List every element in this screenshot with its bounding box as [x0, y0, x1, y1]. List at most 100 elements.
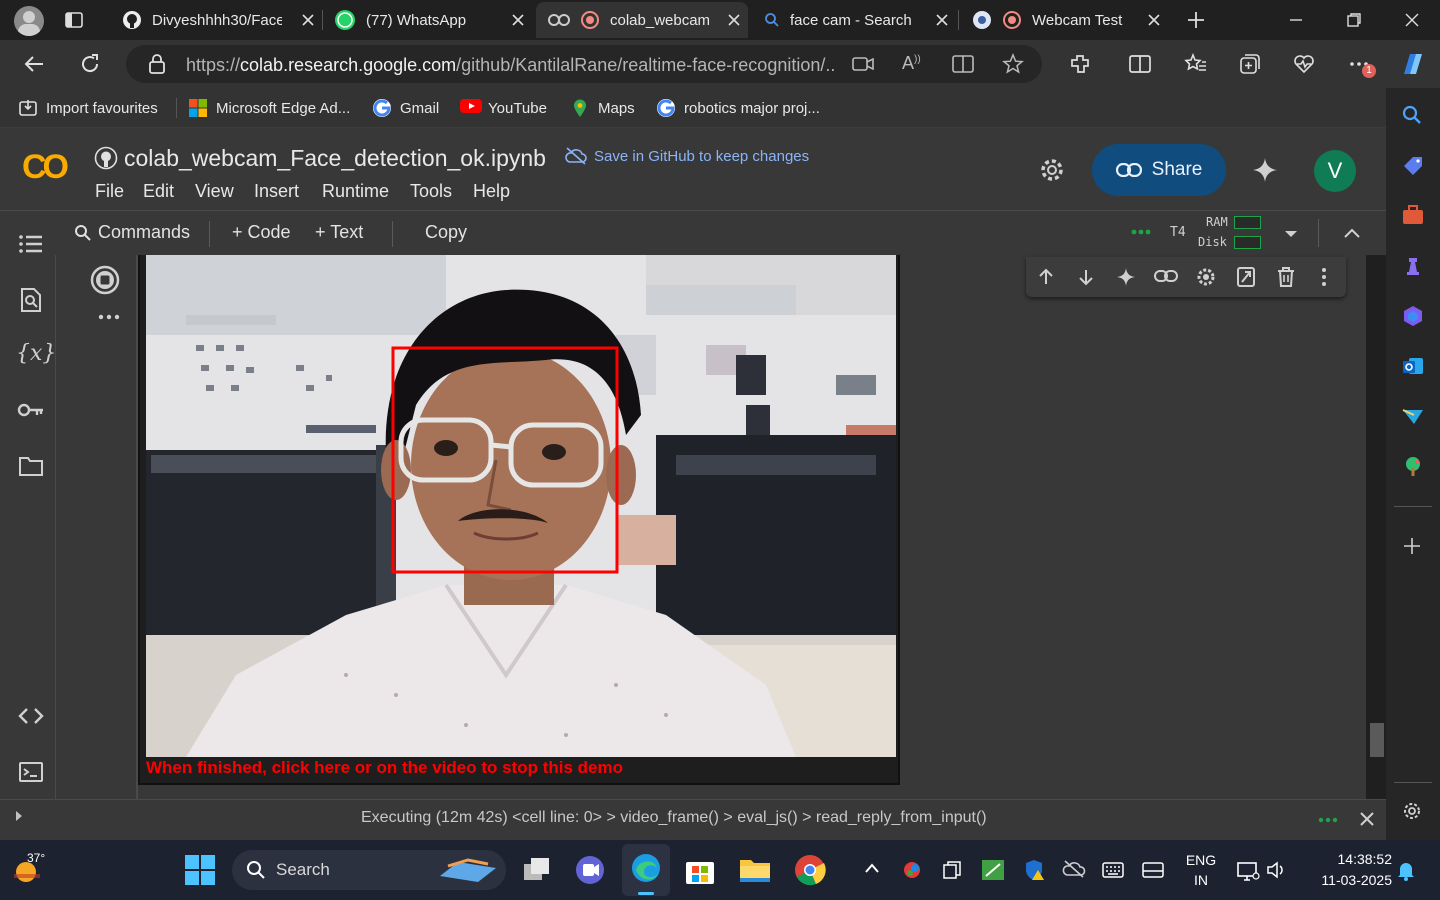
fav-maps[interactable]: Maps [570, 98, 635, 118]
windows-start-icon[interactable] [184, 854, 216, 886]
share-button[interactable]: Share [1092, 144, 1226, 196]
taskbar-search-box[interactable]: Search [232, 850, 506, 890]
gemini-sparkle-icon[interactable] [1252, 157, 1278, 183]
menu-tools[interactable]: Tools [410, 181, 452, 202]
expand-triangle-icon[interactable] [14, 809, 24, 823]
tab-actions-icon[interactable] [64, 10, 84, 30]
notebook-scrollbar[interactable] [1370, 723, 1384, 757]
games-chess-icon[interactable] [1401, 254, 1425, 278]
status-running-dots-icon[interactable] [1318, 816, 1338, 824]
refresh-button[interactable] [78, 52, 102, 76]
search-icon[interactable] [1401, 104, 1423, 126]
clock-date[interactable]: 11-03-2025 [1300, 872, 1392, 888]
restore-button[interactable] [1346, 12, 1362, 28]
favourite-star-icon[interactable] [1002, 53, 1024, 75]
minimize-button[interactable] [1288, 12, 1304, 28]
execution-status[interactable]: Executing (12m 42s) <cell line: 0> > vid… [361, 809, 987, 827]
copy-to-drive-button[interactable]: Copy [425, 222, 467, 243]
fav-youtube[interactable]: YouTube [460, 98, 547, 118]
tools-briefcase-icon[interactable] [1401, 204, 1425, 226]
extensions-icon[interactable] [1068, 52, 1092, 76]
cell-more-icon[interactable] [98, 313, 120, 321]
shopping-tag-icon[interactable] [1401, 154, 1425, 178]
address-bar[interactable]: https://colab.research.google.com/github… [126, 45, 1042, 83]
network-icon[interactable] [1236, 860, 1260, 882]
close-icon[interactable] [726, 12, 742, 28]
menu-runtime[interactable]: Runtime [322, 181, 389, 202]
send-paper-plane-icon[interactable] [1401, 404, 1425, 428]
table-of-contents-icon[interactable] [18, 233, 44, 255]
tree-app-icon[interactable] [1401, 454, 1425, 478]
task-view-icon[interactable] [520, 854, 552, 884]
region-indicator[interactable]: IN [1180, 872, 1222, 888]
chevron-down-icon[interactable] [1282, 228, 1300, 240]
onedrive-offline-icon[interactable] [1062, 860, 1086, 878]
cell-settings-gear-icon[interactable] [1195, 266, 1217, 288]
volume-icon[interactable] [1266, 861, 1286, 879]
close-icon[interactable] [934, 12, 950, 28]
find-replace-icon[interactable] [19, 287, 43, 313]
user-avatar[interactable]: V [1314, 150, 1356, 192]
tab-webcam-test[interactable]: Webcam Test [962, 2, 1168, 38]
new-tab-button[interactable] [1186, 10, 1206, 30]
sidebar-settings-icon[interactable] [1401, 800, 1423, 822]
close-icon[interactable] [300, 12, 316, 28]
move-cell-down-icon[interactable] [1076, 267, 1096, 287]
menu-view[interactable]: View [195, 181, 234, 202]
outlook-icon[interactable] [1401, 354, 1425, 378]
secrets-key-icon[interactable] [17, 401, 45, 419]
more-options-icon[interactable] [1320, 267, 1328, 287]
split-screen-icon[interactable] [1128, 52, 1152, 76]
teams-chat-icon[interactable] [574, 854, 606, 886]
mirror-cell-icon[interactable] [1236, 266, 1256, 288]
save-in-github-link[interactable]: Save in GitHub to keep changes [564, 147, 809, 165]
notebook-title[interactable]: colab_webcam_Face_detection_ok.ipynb [124, 145, 546, 172]
camera-in-use-icon[interactable] [852, 55, 874, 73]
tab-face-cam-search[interactable]: face cam - Search [752, 2, 956, 38]
terminal-icon[interactable] [18, 761, 44, 783]
favourites-icon[interactable] [1184, 52, 1208, 76]
stop-demo-text[interactable]: When finished, click here or on the vide… [146, 758, 623, 778]
url-text[interactable]: https://colab.research.google.com/github… [186, 55, 836, 76]
files-folder-icon[interactable] [18, 455, 44, 477]
fav-gmail[interactable]: Gmail [372, 98, 439, 118]
clock-time[interactable]: 14:38:52 [1300, 851, 1393, 867]
chrome-icon[interactable] [794, 854, 826, 886]
tab-whatsapp[interactable]: (77) WhatsApp [324, 2, 532, 38]
language-indicator[interactable]: ENG [1180, 852, 1222, 868]
tab-github[interactable]: Divyeshhhh30/Face [112, 2, 322, 38]
disk-meter[interactable] [1234, 236, 1261, 249]
delete-trash-icon[interactable] [1276, 266, 1296, 288]
tab-colab[interactable]: colab_webcam [536, 2, 748, 38]
close-icon[interactable] [1146, 12, 1162, 28]
ram-meter[interactable] [1234, 216, 1261, 229]
link-icon[interactable] [1154, 269, 1178, 283]
close-window-button[interactable] [1404, 12, 1420, 28]
fav-import-favourites[interactable]: Import favourites [18, 98, 158, 118]
read-aloud-icon[interactable]: A)) [902, 53, 921, 74]
file-explorer-icon[interactable] [738, 854, 772, 884]
variables-icon[interactable]: {x} [16, 341, 56, 366]
profile-avatar-icon[interactable] [14, 6, 44, 36]
add-sidebar-app-icon[interactable] [1402, 536, 1422, 556]
microsoft-store-icon[interactable] [684, 854, 716, 886]
close-icon[interactable] [510, 12, 526, 28]
copilot-sidebar-icon[interactable] [1401, 304, 1425, 328]
add-code-button[interactable]: + Code [232, 222, 291, 243]
security-shield-warning-icon[interactable] [1022, 858, 1046, 882]
fav-robotics-major-project[interactable]: robotics major proj... [656, 98, 820, 118]
collections-icon[interactable] [1238, 52, 1262, 76]
copy-tray-icon[interactable] [942, 860, 962, 880]
close-status-icon[interactable] [1358, 810, 1376, 828]
code-snippets-icon[interactable] [18, 705, 44, 727]
show-hidden-icons-chevron-up-icon[interactable] [864, 862, 880, 874]
webcam-video-feed[interactable] [146, 255, 896, 757]
menu-edit[interactable]: Edit [143, 181, 174, 202]
gemini-sparkle-icon[interactable] [1116, 267, 1136, 287]
menu-file[interactable]: File [95, 181, 124, 202]
commands-button[interactable]: Commands [74, 222, 190, 243]
notification-bell-icon[interactable] [1396, 860, 1416, 882]
colab-logo[interactable]: CO [22, 148, 69, 187]
runtime-running-dots-icon[interactable] [1130, 227, 1154, 237]
fav-microsoft-edge-add[interactable]: Microsoft Edge Ad... [188, 98, 350, 118]
